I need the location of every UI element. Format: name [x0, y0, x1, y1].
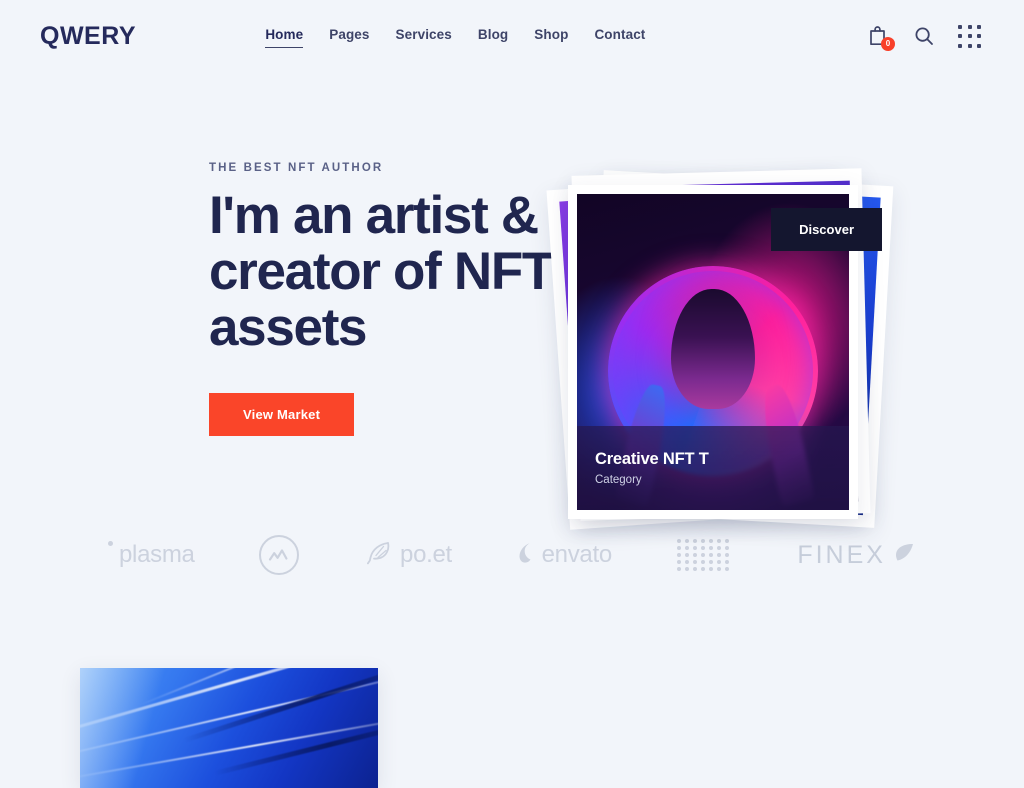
brand-label: FINEX: [797, 540, 886, 569]
iota-dot: [724, 546, 729, 550]
nav-item-home[interactable]: Home: [265, 27, 304, 48]
hero-section: THE BEST NFT AUTHOR I'm an artist & crea…: [0, 72, 1024, 530]
brand-logo[interactable]: QWERY: [40, 23, 136, 49]
grid-dot: [967, 24, 972, 29]
nav-item-contact[interactable]: Contact: [594, 27, 645, 45]
iota-dot: [692, 539, 697, 543]
cart-badge: 0: [881, 37, 895, 51]
iota-dot: [700, 553, 705, 557]
nft-card-category: Category: [595, 473, 642, 486]
iota-dot: [684, 560, 689, 564]
iota-dot: [700, 567, 705, 571]
nav-item-blog[interactable]: Blog: [478, 27, 508, 45]
iota-dot: [724, 539, 729, 543]
header-actions: 0: [864, 23, 984, 51]
iota-dot: [708, 567, 713, 571]
nav-item-pages[interactable]: Pages: [329, 27, 369, 45]
envato-logo-icon: [517, 542, 536, 569]
grid-dot: [958, 24, 962, 29]
coinmarketcap-logo-icon: [259, 535, 300, 575]
main-navigation: Home Pages Services Blog Shop Contact: [245, 27, 645, 48]
iota-dot: [692, 560, 697, 564]
iota-dot: [700, 539, 705, 543]
nft-card-title: Creative NFT T: [595, 450, 709, 469]
iota-dot: [716, 553, 721, 557]
iota-dot: [708, 539, 713, 543]
iota-dot: [684, 567, 689, 571]
search-icon[interactable]: [911, 23, 937, 49]
iota-dot: [716, 546, 721, 550]
iota-dot: [724, 567, 729, 571]
grid-dot: [967, 34, 972, 38]
iota-dot: [708, 546, 713, 550]
brand-label: po.et: [400, 541, 452, 568]
iota-dot: [676, 553, 681, 557]
dark-streak: [183, 668, 378, 743]
iota-dot: [716, 539, 721, 543]
iota-dot: [724, 560, 729, 564]
iota-dot: [692, 546, 697, 550]
iota-dot: [692, 553, 697, 557]
iota-dot: [716, 560, 721, 564]
grid-menu-icon[interactable]: [958, 23, 984, 49]
finex-leaf-icon: [892, 541, 916, 570]
iota-dot: [684, 553, 689, 557]
grid-dot: [977, 34, 981, 38]
iota-dot: [676, 539, 681, 543]
nft-featured-card[interactable]: Creative NFT T Category Discover: [568, 185, 882, 519]
iota-dot: [724, 553, 729, 557]
nav-item-shop[interactable]: Shop: [534, 27, 568, 45]
grid-dot: [977, 43, 981, 48]
brand-poet[interactable]: po.et: [364, 533, 452, 577]
view-market-button[interactable]: View Market: [209, 392, 355, 436]
iota-dot: [708, 553, 713, 557]
nav-item-services[interactable]: Services: [396, 27, 452, 45]
grid-dot: [977, 24, 981, 29]
grid-dot: [958, 34, 962, 38]
iota-dot: [692, 567, 697, 571]
iota-logo-icon: [676, 539, 733, 571]
light-streak: [80, 668, 378, 746]
brand-coinmarketcap[interactable]: [259, 533, 300, 577]
cart-icon[interactable]: 0: [864, 23, 895, 51]
iota-dot: [676, 560, 681, 564]
brand-label: plasma: [119, 541, 195, 568]
iota-dot: [676, 546, 681, 550]
iota-dot: [700, 546, 705, 550]
brand-finex[interactable]: FINEX: [797, 533, 916, 577]
discover-button[interactable]: Discover: [771, 208, 882, 251]
iota-dot: [700, 560, 705, 564]
grid-dot: [958, 43, 962, 48]
iota-dot: [684, 539, 689, 543]
iota-dot: [716, 567, 721, 571]
poet-logo-icon: [364, 538, 394, 573]
plasma-logo-icon: [108, 541, 113, 546]
iota-dot: [708, 560, 713, 564]
brand-envato[interactable]: envato: [517, 533, 612, 577]
brand-iota[interactable]: [676, 533, 733, 577]
nft-card-stack: Creative NFT T Category Discover: [546, 168, 894, 532]
brand-label: envato: [541, 541, 613, 568]
bottom-feature-card[interactable]: [80, 668, 378, 788]
iota-dot: [676, 567, 681, 571]
iota-dot: [684, 546, 689, 550]
nft-card-caption: Creative NFT T Category: [577, 426, 849, 510]
brand-plasma[interactable]: plasma: [108, 533, 195, 577]
grid-dot: [967, 43, 972, 48]
site-header: QWERY Home Pages Services Blog Shop Cont…: [0, 0, 1024, 72]
blue-abstract-image: [80, 668, 378, 788]
